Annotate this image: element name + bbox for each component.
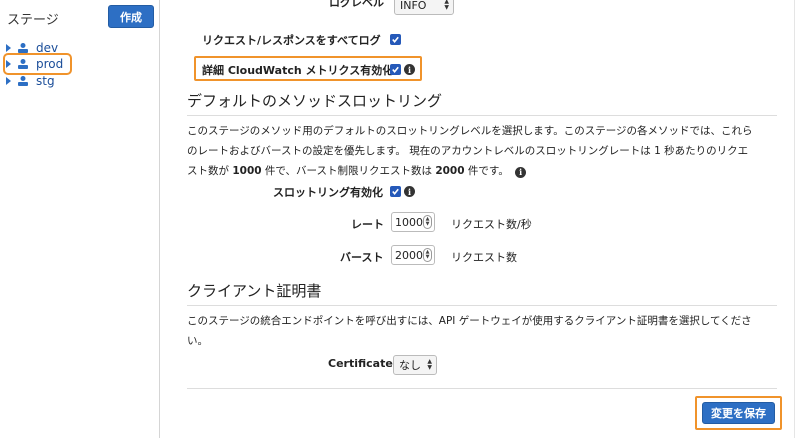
spinner-icon[interactable]: ▲ ▼: [423, 215, 432, 229]
throttling-desc-line2: のレートおよびバーストの設定を優先します。 現在のアカウントレベルのスロットリン…: [187, 145, 749, 157]
loglevel-label: ログレベル: [329, 0, 384, 9]
throttling-description: このステージのメソッド用のデフォルトのスロットリングレベルを選択します。このステ…: [187, 121, 787, 181]
desc-burst-value: 2000: [435, 165, 465, 177]
check-icon: [392, 188, 399, 196]
select-arrows-icon: ▲ ▼: [427, 358, 432, 371]
footer-divider: [187, 388, 777, 389]
certificate-select[interactable]: なし ▲ ▼: [393, 355, 437, 375]
certificate-label: Certificate: [328, 357, 393, 370]
info-icon[interactable]: i: [404, 186, 415, 197]
expand-arrow-icon[interactable]: [6, 77, 11, 85]
stages-sidebar: ステージ 作成 dev prod stg: [0, 0, 160, 438]
client-cert-desc-line1: このステージの統合エンドポイントを呼び出すには、API ゲートウェイが使用するク…: [187, 315, 752, 327]
throttling-heading: デフォルトのメソッドスロットリング: [187, 92, 443, 110]
loglevel-value: INFO: [400, 0, 427, 12]
rate-unit: リクエスト数/秒: [451, 218, 532, 231]
log-all-checkbox[interactable]: [390, 34, 401, 45]
info-icon[interactable]: i: [404, 64, 415, 75]
info-icon[interactable]: i: [515, 166, 527, 178]
detailed-metrics-checkbox[interactable]: [390, 64, 401, 75]
create-stage-button[interactable]: 作成: [108, 5, 154, 28]
stage-icon: [18, 59, 28, 69]
sidebar-title: ステージ: [7, 13, 59, 28]
throttling-desc-line1: このステージのメソッド用のデフォルトのスロットリングレベルを選択します。このステ…: [187, 125, 753, 137]
loglevel-select[interactable]: INFO ▲ ▼: [394, 0, 454, 15]
client-cert-desc-line2: い。: [187, 335, 208, 347]
throttling-enable-label: スロットリング有効化: [273, 186, 383, 199]
panel-right-border: [794, 0, 795, 438]
stage-item-dev[interactable]: dev: [6, 40, 58, 56]
spinner-icon[interactable]: ▲ ▼: [423, 248, 432, 262]
select-arrows-icon: ▲ ▼: [444, 0, 449, 11]
stage-label[interactable]: dev: [36, 41, 58, 55]
expand-arrow-icon[interactable]: [6, 60, 11, 68]
burst-input[interactable]: 2000 ▲ ▼: [391, 245, 435, 265]
stage-label[interactable]: prod: [36, 57, 63, 71]
stage-settings-panel: ログレベル INFO ▲ ▼ リクエスト/レスポンスをすべてログ 詳細 Cloud…: [175, 0, 800, 438]
burst-label: バースト: [340, 251, 384, 264]
section-divider: [187, 115, 777, 116]
rate-input[interactable]: 1000 ▲ ▼: [391, 212, 435, 232]
desc-rate-value: 1000: [232, 165, 262, 177]
burst-unit: リクエスト数: [451, 251, 517, 264]
stage-item-stg[interactable]: stg: [6, 73, 55, 89]
client-cert-heading: クライアント証明書: [187, 282, 322, 300]
rate-label: レート: [351, 218, 384, 231]
stage-item-prod[interactable]: prod: [2, 53, 73, 75]
stage-label[interactable]: stg: [36, 74, 55, 88]
log-all-label: リクエスト/レスポンスをすべてログ: [202, 34, 381, 47]
expand-arrow-icon[interactable]: [6, 44, 11, 52]
client-cert-description: このステージの統合エンドポイントを呼び出すには、API ゲートウェイが使用するク…: [187, 311, 787, 351]
stage-icon: [18, 43, 28, 53]
desc-text: 件です。: [464, 165, 509, 177]
check-icon: [392, 66, 399, 74]
certificate-value: なし: [399, 359, 421, 372]
check-icon: [392, 36, 399, 44]
section-divider: [187, 305, 777, 306]
throttling-enable-checkbox[interactable]: [390, 186, 401, 197]
burst-value: 2000: [395, 248, 423, 262]
detailed-metrics-label: 詳細 CloudWatch メトリクス有効化: [202, 64, 394, 77]
rate-value: 1000: [395, 215, 423, 229]
desc-text: 件で、バースト制限リクエスト数は: [261, 165, 436, 177]
stage-icon: [18, 76, 28, 86]
desc-text: スト数が: [187, 165, 233, 177]
save-changes-button[interactable]: 変更を保存: [702, 402, 775, 424]
throttling-desc-line3: スト数が 1000 件で、バースト制限リクエスト数は 2000 件です。 i: [187, 161, 787, 181]
